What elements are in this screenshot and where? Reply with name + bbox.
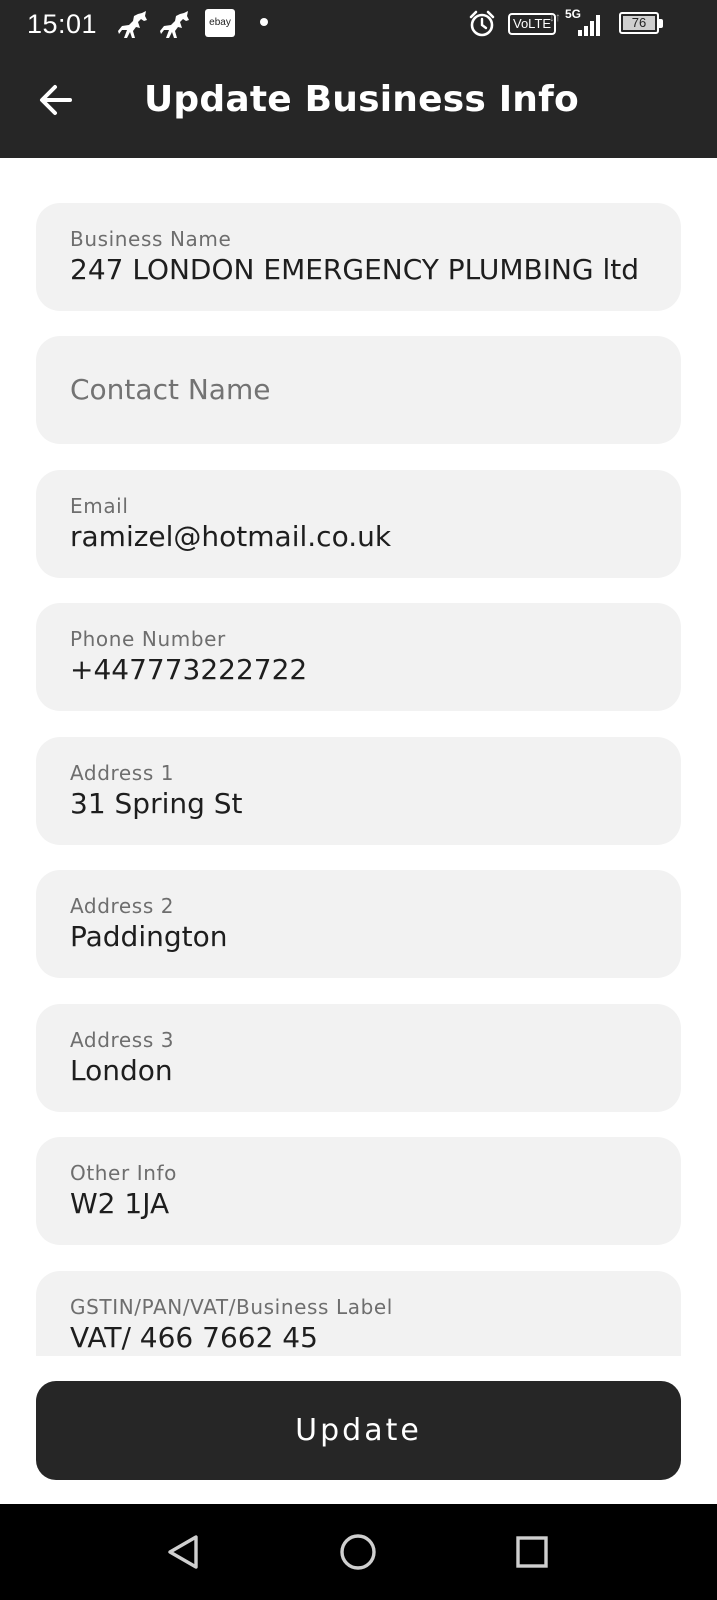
field-value[interactable]: VAT/ 466 7662 45 [70, 1321, 318, 1354]
field-placeholder[interactable]: Contact Name [70, 373, 270, 406]
network-activity-icon: ↓↑ [549, 10, 561, 24]
alarm-icon [469, 10, 495, 37]
business-name-field[interactable]: Business Name 247 LONDON EMERGENCY PLUMB… [36, 203, 681, 311]
navigation-bar [0, 1504, 717, 1600]
field-value[interactable]: W2 1JA [70, 1187, 169, 1220]
page-title: Update Business Info [144, 79, 579, 120]
field-label: Address 1 [70, 761, 175, 785]
address-2-field[interactable]: Address 2 Paddington [36, 870, 681, 978]
contact-name-field[interactable]: Contact Name [36, 336, 681, 444]
business-info-form: Business Name 247 LONDON EMERGENCY PLUMB… [0, 158, 717, 1356]
status-bar: 15:01 ebay VoLTE ↓↑ 5G 76 [0, 0, 717, 52]
back-triangle-icon[interactable] [164, 1532, 204, 1572]
address-1-field[interactable]: Address 1 31 Spring St [36, 737, 681, 845]
update-button[interactable]: Update [36, 1381, 681, 1480]
signal-icon [578, 15, 600, 36]
field-label: Address 2 [70, 894, 175, 918]
dot-icon [260, 18, 268, 26]
email-field[interactable]: Email ramizel@hotmail.co.uk [36, 470, 681, 578]
battery-icon: 76 [619, 12, 663, 34]
field-value[interactable]: +447773222722 [70, 653, 307, 686]
app-bar: Update Business Info [0, 52, 717, 158]
arrow-left-icon[interactable] [36, 80, 76, 120]
status-time: 15:01 [27, 9, 98, 39]
other-info-field[interactable]: Other Info W2 1JA [36, 1137, 681, 1245]
home-circle-icon[interactable] [338, 1532, 378, 1572]
horse-icon [118, 11, 147, 38]
phone-number-field[interactable]: Phone Number +447773222722 [36, 603, 681, 711]
top-bar: 15:01 ebay VoLTE ↓↑ 5G 76 Update Busines… [0, 0, 717, 158]
field-label: GSTIN/PAN/VAT/Business Label [70, 1295, 393, 1319]
field-label: Email [70, 494, 129, 518]
field-label: Phone Number [70, 627, 226, 651]
business-label-field[interactable]: GSTIN/PAN/VAT/Business Label VAT/ 466 76… [36, 1271, 681, 1356]
field-label: Business Name [70, 227, 232, 251]
field-label: Other Info [70, 1161, 177, 1185]
battery-level: 76 [631, 15, 647, 30]
field-value[interactable]: 247 LONDON EMERGENCY PLUMBING ltd [70, 253, 639, 286]
field-label: Address 3 [70, 1028, 175, 1052]
horse-icon [160, 11, 189, 38]
field-value[interactable]: Paddington [70, 920, 228, 953]
field-value[interactable]: 31 Spring St [70, 787, 243, 820]
address-3-field[interactable]: Address 3 London [36, 1004, 681, 1112]
field-value[interactable]: London [70, 1054, 173, 1087]
ebay-icon: ebay [205, 9, 235, 37]
field-value[interactable]: ramizel@hotmail.co.uk [70, 520, 391, 553]
recents-square-icon[interactable] [512, 1532, 552, 1572]
